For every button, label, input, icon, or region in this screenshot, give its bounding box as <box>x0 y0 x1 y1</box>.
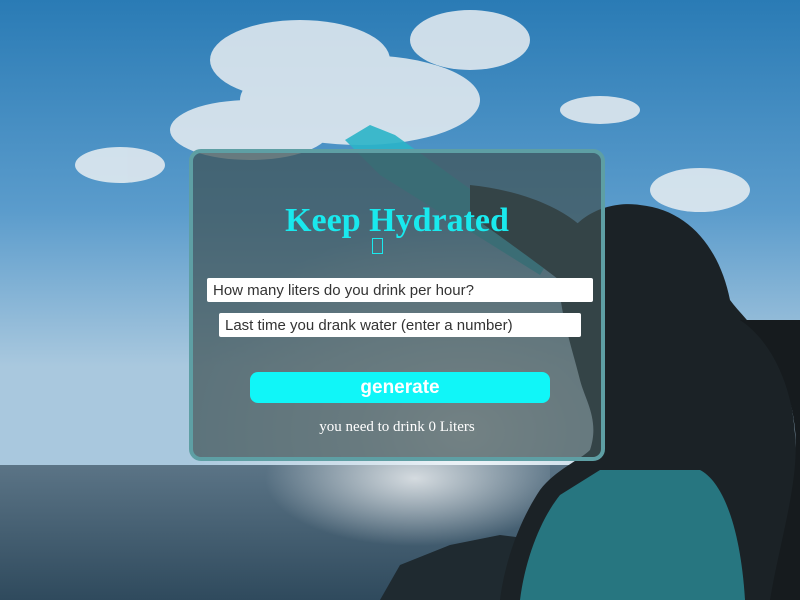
page-title: Keep Hydrated <box>285 202 509 239</box>
missing-glyph-icon <box>372 238 383 254</box>
liters-per-hour-input[interactable] <box>207 278 593 302</box>
hydration-card: Keep Hydrated generate you need to drink… <box>189 149 605 461</box>
last-drink-time-input[interactable] <box>219 313 581 337</box>
generate-button[interactable]: generate <box>250 372 550 403</box>
result-text: you need to drink 0 Liters <box>319 419 475 435</box>
